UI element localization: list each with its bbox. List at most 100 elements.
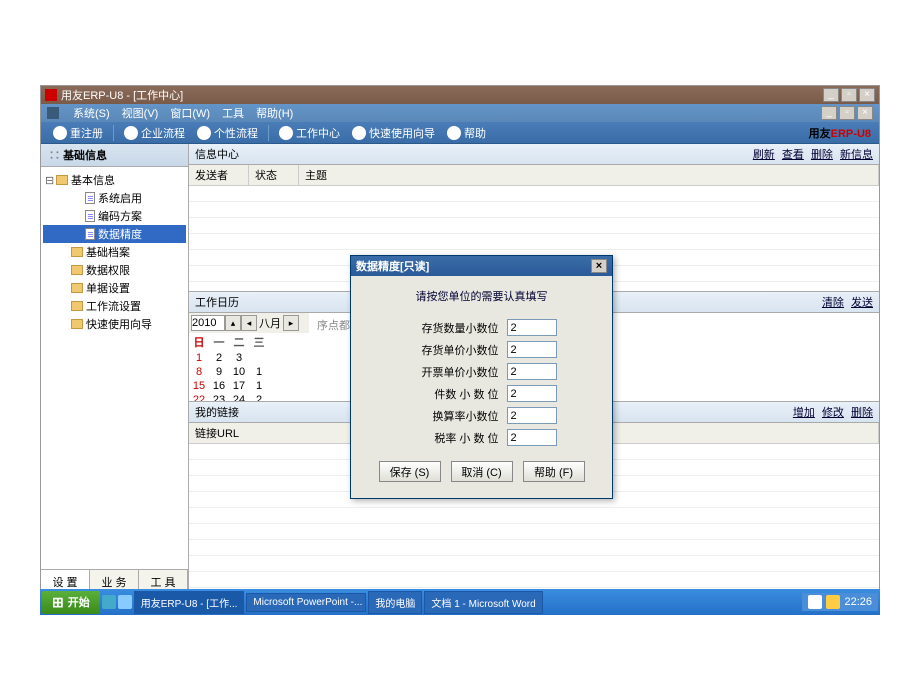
child-close-button[interactable]: × xyxy=(857,106,873,120)
input-invoice-price[interactable] xyxy=(507,363,557,380)
msgcenter-title: 信息中心 xyxy=(195,146,239,162)
year-spinner[interactable]: ▴ xyxy=(225,315,241,331)
link-view[interactable]: 查看 xyxy=(782,149,804,161)
menu-view[interactable]: 视图(V) xyxy=(122,105,159,121)
app-icon xyxy=(45,89,57,101)
col-status[interactable]: 状态 xyxy=(249,165,299,185)
year-input[interactable] xyxy=(191,315,225,331)
dialog-title: 数据精度[只读] xyxy=(356,258,429,274)
dialog-close-button[interactable]: × xyxy=(591,259,607,273)
label-inv-price: 存货单价小数位 xyxy=(407,342,507,358)
help-button[interactable]: 帮助 (F) xyxy=(523,461,585,482)
reregister-icon xyxy=(53,126,67,140)
folder-icon xyxy=(71,301,83,311)
taskbar: 开始 用友ERP-U8 - [工作... Microsoft PowerPoin… xyxy=(40,589,880,615)
system-tray: 22:26 xyxy=(802,593,878,611)
input-rate[interactable] xyxy=(507,407,557,424)
brand-logo: 用友ERP-U8 xyxy=(809,124,871,141)
input-tax[interactable] xyxy=(507,429,557,446)
nav-tree: ⊟基本信息 系统启用 编码方案 数据精度 基础档案 数据权限 单据设置 工作流设… xyxy=(41,167,188,569)
cancel-button[interactable]: 取消 (C) xyxy=(451,461,513,482)
tree-bill-settings[interactable]: 单据设置 xyxy=(43,279,186,297)
wizard-icon xyxy=(352,126,366,140)
task-mycomputer[interactable]: 我的电脑 xyxy=(368,591,422,614)
link-del[interactable]: 删除 xyxy=(851,407,873,419)
data-precision-dialog: 数据精度[只读] × 请按您单位的需要认真填写 存货数量小数位 存货单价小数位 … xyxy=(350,255,613,499)
tree-encoding[interactable]: 编码方案 xyxy=(43,207,186,225)
restore-button[interactable]: ▫ xyxy=(841,88,857,102)
folder-icon xyxy=(71,319,83,329)
link-edit[interactable]: 修改 xyxy=(822,407,844,419)
input-inv-price[interactable] xyxy=(507,341,557,358)
quicklaunch-desktop-icon[interactable] xyxy=(118,595,132,609)
next-month[interactable]: ▸ xyxy=(283,315,299,331)
label-rate: 换算率小数位 xyxy=(407,408,507,424)
toolbar: 重注册 企业流程 个性流程 工作中心 快速使用向导 帮助 用友ERP-U8 xyxy=(41,122,879,144)
folder-icon xyxy=(71,265,83,275)
tree-data-perm[interactable]: 数据权限 xyxy=(43,261,186,279)
prev-month[interactable]: ◂ xyxy=(241,315,257,331)
task-word[interactable]: 文档 1 - Microsoft Word xyxy=(424,591,542,614)
col-subject[interactable]: 主题 xyxy=(299,165,879,185)
link-new[interactable]: 新信息 xyxy=(840,149,873,161)
folder-icon xyxy=(71,283,83,293)
tool-reregister[interactable]: 重注册 xyxy=(49,125,107,141)
link-clear[interactable]: 清除 xyxy=(822,297,844,309)
folder-icon xyxy=(56,175,68,185)
tree-base-archive[interactable]: 基础档案 xyxy=(43,243,186,261)
dialog-hint: 请按您单位的需要认真填写 xyxy=(363,284,600,314)
folder-icon xyxy=(71,247,83,257)
input-inv-qty[interactable] xyxy=(507,319,557,336)
task-erp[interactable]: 用友ERP-U8 - [工作... xyxy=(134,591,245,614)
tree-quick-wizard[interactable]: 快速使用向导 xyxy=(43,315,186,333)
start-button[interactable]: 开始 xyxy=(42,591,100,614)
msg-grid-header: 发送者 状态 主题 xyxy=(189,165,879,186)
menu-tools[interactable]: 工具 xyxy=(222,105,244,121)
tree-data-precision[interactable]: 数据精度 xyxy=(43,225,186,243)
tool-work-center[interactable]: 工作中心 xyxy=(275,125,344,141)
tool-help[interactable]: 帮助 xyxy=(443,125,490,141)
child-restore-button[interactable]: ▫ xyxy=(839,106,855,120)
entflow-icon xyxy=(124,126,138,140)
tree-basic-info[interactable]: ⊟基本信息 xyxy=(43,171,186,189)
help-icon xyxy=(447,126,461,140)
menu-help[interactable]: 帮助(H) xyxy=(256,105,293,121)
col-sender[interactable]: 发送者 xyxy=(189,165,249,185)
label-inv-qty: 存货数量小数位 xyxy=(407,320,507,336)
minimize-button[interactable]: _ xyxy=(823,88,839,102)
menu-bar: 系统(S) 视图(V) 窗口(W) 工具 帮助(H) _ ▫ × xyxy=(41,104,879,122)
tool-wizard[interactable]: 快速使用向导 xyxy=(348,125,439,141)
menu-window[interactable]: 窗口(W) xyxy=(170,105,210,121)
link-delete[interactable]: 删除 xyxy=(811,149,833,161)
save-button[interactable]: 保存 (S) xyxy=(379,461,441,482)
child-minimize-button[interactable]: _ xyxy=(821,106,837,120)
clock: 22:26 xyxy=(844,596,872,608)
file-icon xyxy=(85,210,95,222)
menu-system[interactable]: 系统(S) xyxy=(73,105,110,121)
tree-workflow[interactable]: 工作流设置 xyxy=(43,297,186,315)
link-add[interactable]: 增加 xyxy=(793,407,815,419)
tree-sys-enable[interactable]: 系统启用 xyxy=(43,189,186,207)
link-refresh[interactable]: 刷新 xyxy=(753,149,775,161)
sidebar: 基础信息 ⊟基本信息 系统启用 编码方案 数据精度 基础档案 数据权限 单据设置… xyxy=(41,144,189,594)
pflow-icon xyxy=(197,126,211,140)
task-ppt[interactable]: Microsoft PowerPoint -... xyxy=(246,593,366,612)
label-invoice-price: 开票单价小数位 xyxy=(407,364,507,380)
close-button[interactable]: × xyxy=(859,88,875,102)
month-label: 八月 xyxy=(257,315,283,331)
tool-ent-flow[interactable]: 企业流程 xyxy=(120,125,189,141)
calendar-nav: ▴ ◂ 八月 ▸ xyxy=(189,313,309,333)
window-title: 用友ERP-U8 - [工作中心] xyxy=(61,87,183,103)
tool-personal-flow[interactable]: 个性流程 xyxy=(193,125,262,141)
tray-app-icon[interactable] xyxy=(826,595,840,609)
dialog-titlebar[interactable]: 数据精度[只读] × xyxy=(351,256,612,276)
title-bar: 用友ERP-U8 - [工作中心] _ ▫ × xyxy=(41,86,879,104)
menu-icon xyxy=(47,107,59,119)
calendar-title: 工作日历 xyxy=(195,294,239,310)
quicklaunch-ie-icon[interactable] xyxy=(102,595,116,609)
sidebar-header: 基础信息 xyxy=(41,144,188,167)
tray-app-icon[interactable] xyxy=(808,595,822,609)
link-send[interactable]: 发送 xyxy=(851,297,873,309)
input-pieces[interactable] xyxy=(507,385,557,402)
label-pieces: 件数 小 数 位 xyxy=(407,386,507,402)
